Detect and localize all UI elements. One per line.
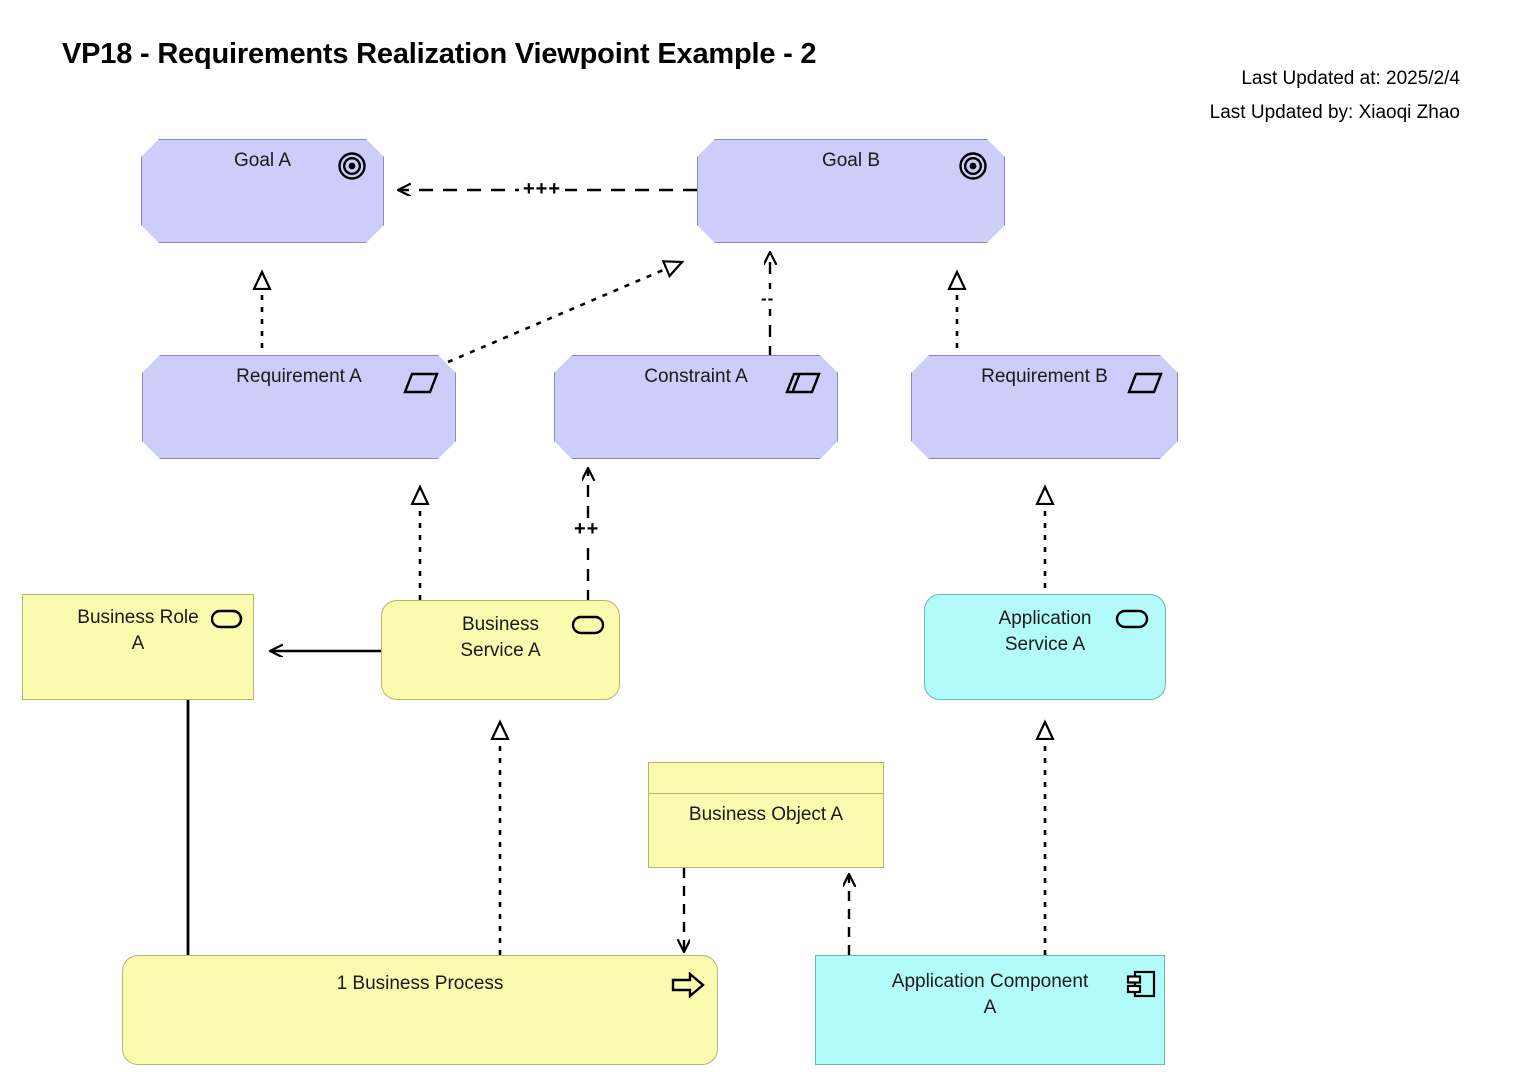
node-business-object-a-label: Business Object A <box>688 804 844 825</box>
node-business-object-a[interactable]: Business Object A <box>648 762 884 868</box>
application-component-icon <box>1126 970 1156 998</box>
metadata-block: Last Updated at: 2025/2/4 Last Updated b… <box>1210 62 1460 130</box>
node-requirement-b-label: Requirement B <box>981 366 1108 387</box>
node-business-role-a-label-line2: A <box>131 633 145 654</box>
node-business-process[interactable]: 1 Business Process <box>122 955 718 1065</box>
diagram-canvas: VP18 - Requirements Realization Viewpoin… <box>0 0 1518 1086</box>
node-business-service-a-label-line2: Service A <box>460 640 541 661</box>
node-business-role-a-label-line1: Business Role <box>77 607 199 628</box>
service-rounded-icon <box>571 615 605 635</box>
goal-target-icon <box>958 151 988 181</box>
node-application-component-a-label-line2: A <box>983 997 997 1018</box>
edge-label-plus-plus-plus: +++ <box>519 178 566 201</box>
node-constraint-a[interactable]: Constraint A <box>554 355 838 459</box>
requirement-parallelogram-icon <box>1127 372 1163 394</box>
node-application-service-a-label-line1: Application <box>998 608 1092 629</box>
business-object-header-divider <box>649 793 883 794</box>
last-updated-at: Last Updated at: 2025/2/4 <box>1241 68 1460 89</box>
service-rounded-icon <box>1115 609 1149 629</box>
page-title: VP18 - Requirements Realization Viewpoin… <box>62 38 817 70</box>
node-goal-a-label: Goal A <box>233 150 292 171</box>
requirement-parallelogram-icon <box>403 372 439 394</box>
node-requirement-b[interactable]: Requirement B <box>911 355 1178 459</box>
node-goal-b-label: Goal B <box>821 150 881 171</box>
goal-target-icon <box>337 151 367 181</box>
node-goal-b[interactable]: Goal B <box>697 139 1005 243</box>
node-constraint-a-label: Constraint A <box>644 366 748 387</box>
edge-label-plus-plus: ++ <box>570 518 604 541</box>
node-business-process-label: 1 Business Process <box>336 973 504 994</box>
node-application-service-a[interactable]: Application Service A <box>924 594 1166 700</box>
node-business-service-a[interactable]: Business Service A <box>381 600 620 700</box>
node-business-role-a[interactable]: Business Role A <box>22 594 254 700</box>
node-application-component-a-label-line1: Application Component <box>891 971 1089 992</box>
process-arrow-icon <box>671 972 705 998</box>
node-goal-a[interactable]: Goal A <box>141 139 384 243</box>
business-role-icon <box>211 609 243 629</box>
edge-requirement-a-realizes-goal-b <box>447 262 682 364</box>
node-application-service-a-label-line2: Service A <box>1004 634 1086 655</box>
node-business-service-a-label-line1: Business <box>461 614 540 635</box>
node-requirement-a[interactable]: Requirement A <box>142 355 456 459</box>
node-application-component-a[interactable]: Application Component A <box>815 955 1165 1065</box>
last-updated-by: Last Updated by: Xiaoqi Zhao <box>1209 102 1460 124</box>
edge-label-minus-minus: -- <box>757 289 779 309</box>
node-requirement-a-label: Requirement A <box>236 366 362 387</box>
constraint-parallelogram-icon <box>785 372 821 394</box>
